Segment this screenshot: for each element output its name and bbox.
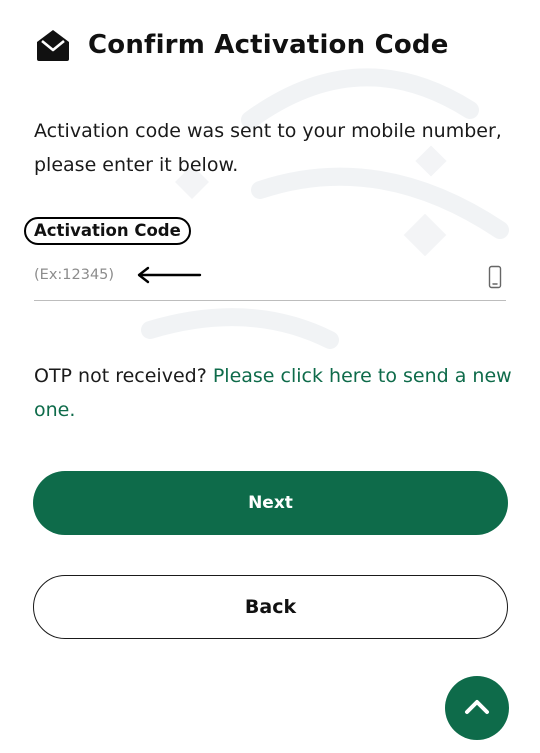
next-button[interactable]: Next [33,471,508,535]
activation-code-input[interactable] [34,258,474,292]
activation-code-label: Activation Code [34,221,181,240]
otp-prompt: OTP not received? [34,365,207,387]
scroll-to-top-button[interactable] [445,676,509,740]
otp-resend-text: OTP not received? Please click here to s… [34,359,514,427]
activation-code-label-box: Activation Code [24,217,191,245]
instruction-text: Activation code was sent to your mobile … [34,120,502,176]
page-title: Confirm Activation Code [88,30,449,60]
envelope-open-icon [34,28,72,62]
chevron-up-icon [463,698,491,719]
activation-code-field [34,258,506,301]
back-button[interactable]: Back [33,575,508,639]
left-arrow-icon [136,266,202,288]
page-header: Confirm Activation Code [34,28,449,62]
mobile-phone-icon [488,265,502,293]
